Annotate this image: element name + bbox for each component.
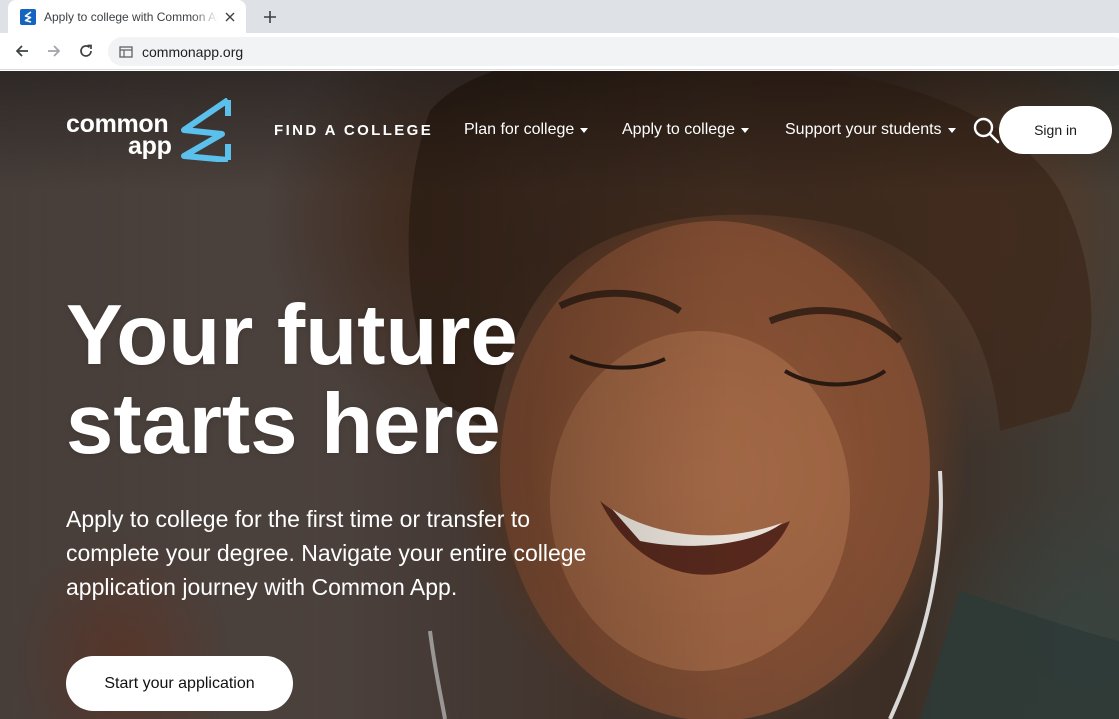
hero-subtext: Apply to college for the first time or t… (66, 502, 646, 604)
nav-find-a-college[interactable]: FIND A COLLEGE (274, 122, 433, 139)
caret-down-icon (580, 127, 589, 133)
nav-plan-for-college[interactable]: Plan for college (464, 121, 589, 139)
hero-section: common app FIND A COLLEGE Plan for colle… (0, 71, 1119, 719)
subtext-line-1: Apply to college for the first time or t… (66, 506, 531, 532)
plus-icon[interactable] (258, 5, 282, 29)
url-text: commonapp.org (142, 43, 244, 60)
tab-title: Apply to college with Common App (44, 9, 218, 24)
caret-down-icon (740, 127, 749, 133)
browser-toolbar: commonapp.org (0, 33, 1119, 70)
search-icon[interactable] (972, 116, 1000, 144)
caret-down-icon (947, 127, 956, 133)
arrow-left-icon[interactable] (10, 39, 34, 63)
sign-in-button[interactable]: Sign in (999, 106, 1112, 154)
arrow-right-icon[interactable] (42, 39, 66, 63)
subtext-line-2: complete your degree. Navigate your enti… (66, 540, 587, 566)
start-application-button[interactable]: Start your application (66, 656, 293, 711)
logo-word-app: app (128, 132, 172, 160)
nav-apply-to-college[interactable]: Apply to college (622, 121, 749, 139)
reload-icon[interactable] (74, 39, 98, 63)
common-app-favicon (20, 8, 36, 25)
subtext-line-3: application journey with Common App. (66, 574, 458, 600)
nav-support-label: Support your students (785, 121, 942, 138)
browser-tab[interactable]: Apply to college with Common App (8, 0, 246, 33)
nav-apply-label: Apply to college (622, 121, 735, 138)
nav-support-your-students[interactable]: Support your students (785, 121, 956, 139)
headline-line-2: starts here (66, 377, 501, 472)
common-app-logo-mark (181, 98, 231, 162)
address-bar[interactable]: commonapp.org (108, 37, 1119, 66)
common-app-logo[interactable]: common app (66, 98, 232, 162)
nav-plan-label: Plan for college (464, 121, 575, 138)
hero-headline: Your future starts here (66, 291, 626, 469)
headline-line-1: Your future (66, 288, 518, 383)
tab-strip: Apply to college with Common App (0, 0, 1119, 33)
close-icon[interactable] (222, 9, 238, 25)
site-info-icon[interactable] (118, 44, 134, 60)
